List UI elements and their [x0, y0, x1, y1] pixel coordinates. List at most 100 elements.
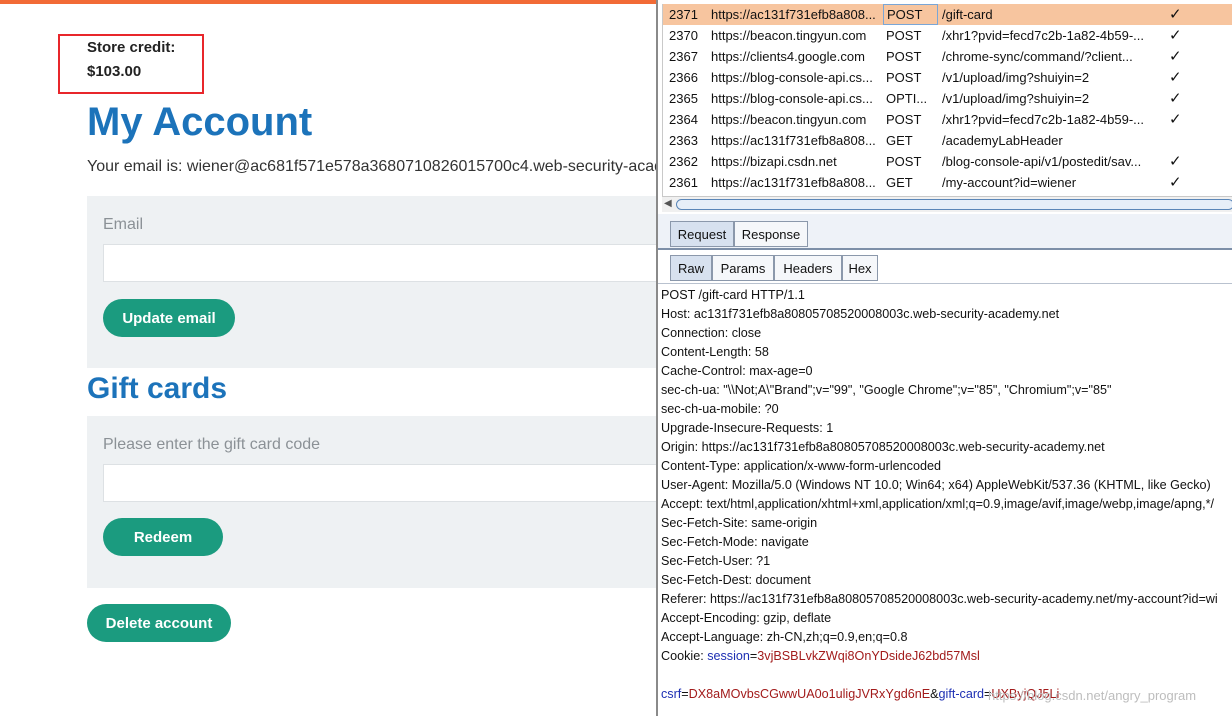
row-number: 2370: [669, 28, 698, 43]
gift-cards-heading: Gift cards: [87, 372, 228, 405]
header-line: Content-Length: 58: [661, 345, 769, 359]
row-url: /gift-card: [942, 7, 993, 22]
header-line: User-Agent: Mozilla/5.0 (Windows NT 10.0…: [661, 478, 1211, 492]
history-row[interactable]: 2364 https://beacon.tingyun.com POST /xh…: [663, 109, 1232, 130]
row-host: https://clients4.google.com: [711, 49, 865, 64]
row-method: POST: [886, 28, 922, 43]
tab-request[interactable]: Request: [670, 221, 734, 247]
store-credit-label: Store credit:: [87, 39, 176, 56]
check-icon: ✓: [1169, 153, 1182, 170]
header-line: sec-ch-ua-mobile: ?0: [661, 402, 779, 416]
row-number: 2366: [669, 70, 698, 85]
body-param-value: DX8aMOvbsCGwwUA0o1uligJVRxYgd6nE: [688, 687, 931, 701]
header-line: Sec-Fetch-User: ?1: [661, 554, 771, 568]
row-number: 2364: [669, 112, 698, 127]
history-row[interactable]: 2361 https://ac131f731efb8a808... GET /m…: [663, 172, 1232, 193]
row-host: https://blog-console-api.cs...: [711, 91, 873, 106]
history-row[interactable]: 2367 https://clients4.google.com POST /c…: [663, 46, 1232, 67]
row-method: GET: [886, 133, 913, 148]
gift-card-code-input[interactable]: [103, 464, 660, 502]
cookie-prefix: Cookie:: [661, 649, 708, 663]
history-row[interactable]: 2362 https://bizapi.csdn.net POST /blog-…: [663, 151, 1232, 172]
account-email-line: Your email is: wiener@ac681f571e578a3680…: [87, 158, 660, 175]
body-param-name: csrf: [661, 687, 682, 701]
row-url: /v1/upload/img?shuiyin=2: [942, 70, 1090, 85]
header-line: Accept-Language: zh-CN,zh;q=0.9,en;q=0.8: [661, 630, 908, 644]
row-url: /v1/upload/img?shuiyin=2: [942, 91, 1090, 106]
tab-response[interactable]: Response: [734, 221, 808, 247]
row-url: /academyLabHeader: [942, 133, 1063, 148]
gift-card-field-label: Please enter the gift card code: [103, 436, 321, 453]
check-icon: ✓: [1169, 27, 1182, 44]
header-line: Sec-Fetch-Site: same-origin: [661, 516, 818, 530]
scrollbar-thumb[interactable]: [676, 199, 1232, 210]
row-method: POST: [886, 112, 922, 127]
cookie-header-line: Cookie: session=3vjBSBLvkZWqi8OnYDsideJ6…: [661, 649, 980, 663]
row-method: POST: [886, 49, 922, 64]
request-response-tabs: Request Response: [658, 214, 1232, 250]
check-icon: ✓: [1169, 6, 1182, 23]
cookie-value: 3vjBSBLvkZWqi8OnYDsideJ62bd57Msl: [757, 649, 980, 663]
cookie-name: session: [707, 649, 750, 663]
row-url: /xhr1?pvid=fecd7c2b-1a82-4b59-...: [942, 112, 1144, 127]
tab-raw[interactable]: Raw: [670, 255, 712, 281]
horizontal-scrollbar[interactable]: ◀: [662, 196, 1232, 212]
header-line: Sec-Fetch-Dest: document: [661, 573, 811, 587]
store-credit-value: $103.00: [87, 63, 142, 80]
row-method: GET: [886, 175, 913, 190]
http-history-table: 2371 https://ac131f731efb8a808... POST /…: [662, 4, 1232, 196]
row-host: https://ac131f731efb8a808...: [711, 175, 876, 190]
row-number: 2371: [669, 7, 698, 22]
header-line: Referer: https://ac131f731efb8a808057085…: [661, 592, 1218, 606]
row-url: /xhr1?pvid=fecd7c2b-1a82-4b59-...: [942, 28, 1144, 43]
history-row[interactable]: 2363 https://ac131f731efb8a808... GET /a…: [663, 130, 1232, 151]
header-line: Origin: https://ac131f731efb8a8080570852…: [661, 440, 1105, 454]
row-host: https://beacon.tingyun.com: [711, 28, 867, 43]
row-number: 2367: [669, 49, 698, 64]
history-row[interactable]: 2366 https://blog-console-api.cs... POST…: [663, 67, 1232, 88]
raw-request-editor[interactable]: POST /gift-card HTTP/1.1 Host: ac131f731…: [661, 286, 1232, 716]
body-separator: &: [930, 687, 939, 701]
check-icon: ✓: [1169, 90, 1182, 107]
update-email-button[interactable]: Update email: [103, 299, 235, 337]
delete-account-button[interactable]: Delete account: [87, 604, 231, 642]
row-number: 2361: [669, 175, 698, 190]
row-number: 2362: [669, 154, 698, 169]
gift-card-form-panel: Please enter the gift card code Redeem: [87, 416, 660, 588]
header-line: Host: ac131f731efb8a80805708520008003c.w…: [661, 307, 1060, 321]
row-host: https://bizapi.csdn.net: [711, 154, 837, 169]
redeem-button[interactable]: Redeem: [103, 518, 223, 556]
row-host: https://beacon.tingyun.com: [711, 112, 867, 127]
check-icon: ✓: [1169, 69, 1182, 86]
check-icon: ✓: [1169, 48, 1182, 65]
header-line: Connection: close: [661, 326, 762, 340]
row-method: POST: [886, 70, 922, 85]
row-method: POST: [883, 4, 938, 25]
top-accent-bar: [0, 0, 660, 4]
row-number: 2363: [669, 133, 698, 148]
request-line: POST /gift-card HTTP/1.1: [661, 288, 805, 302]
header-line: Cache-Control: max-age=0: [661, 364, 813, 378]
history-row[interactable]: 2365 https://blog-console-api.cs... OPTI…: [663, 88, 1232, 109]
check-icon: ✓: [1169, 174, 1182, 191]
tab-headers[interactable]: Headers: [774, 255, 842, 281]
history-row[interactable]: 2370 https://beacon.tingyun.com POST /xh…: [663, 25, 1232, 46]
row-host: https://ac131f731efb8a808...: [711, 7, 876, 22]
row-url: /my-account?id=wiener: [942, 175, 1077, 190]
email-form-panel: Email Update email: [87, 196, 660, 368]
header-line: sec-ch-ua: "\\Not;A\"Brand";v="99", "Goo…: [661, 383, 1112, 397]
page-title: My Account: [87, 100, 313, 144]
header-line: Sec-Fetch-Mode: navigate: [661, 535, 809, 549]
row-url: /chrome-sync/command/?client...: [942, 49, 1133, 64]
row-host: https://blog-console-api.cs...: [711, 70, 873, 85]
watermark-text: https://blog.csdn.net/angry_program: [988, 688, 1197, 703]
proxy-pane: 2371 https://ac131f731efb8a808... POST /…: [656, 0, 1232, 716]
body-param-name: gift-card: [938, 687, 985, 701]
email-field[interactable]: [103, 244, 660, 282]
tab-hex[interactable]: Hex: [842, 255, 878, 281]
row-number: 2365: [669, 91, 698, 106]
tab-params[interactable]: Params: [712, 255, 774, 281]
scroll-left-icon[interactable]: ◀: [664, 198, 672, 209]
history-row[interactable]: 2371 https://ac131f731efb8a808... POST /…: [663, 4, 1232, 25]
row-host: https://ac131f731efb8a808...: [711, 133, 876, 148]
